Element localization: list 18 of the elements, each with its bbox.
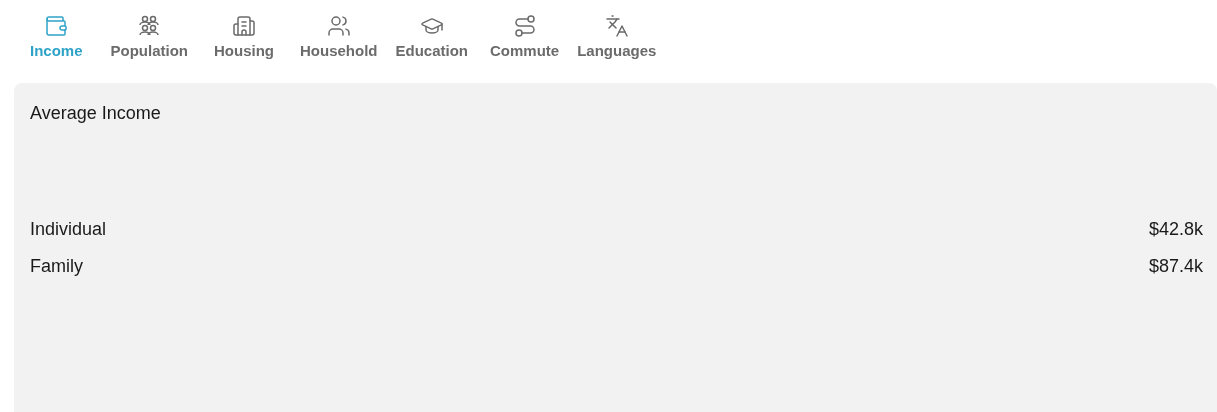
row-value: $87.4k <box>1148 256 1203 278</box>
row-label: Family <box>30 256 83 278</box>
tab[interactable]: Housing <box>206 12 282 61</box>
tab[interactable]: Languages <box>569 12 665 61</box>
route-icon <box>512 14 537 38</box>
tab[interactable]: Population <box>102 12 196 61</box>
building-icon <box>232 14 256 38</box>
people-icon <box>137 14 162 38</box>
row-label: Individual <box>30 219 107 241</box>
card-title: Average Income <box>30 103 162 124</box>
wallet-icon <box>44 14 69 38</box>
tab[interactable]: Education <box>387 12 477 61</box>
row-value: $42.8k <box>1148 219 1203 241</box>
tab[interactable]: Commute <box>482 12 568 61</box>
tab[interactable]: Household <box>292 12 386 61</box>
translate-icon <box>604 14 629 38</box>
tab[interactable]: Income <box>22 12 91 61</box>
group-icon <box>326 14 351 38</box>
